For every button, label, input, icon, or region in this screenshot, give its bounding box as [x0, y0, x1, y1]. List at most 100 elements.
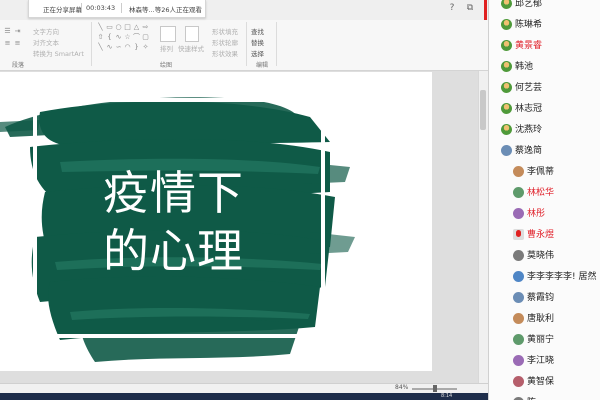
attendee-name: 沈燕玲	[515, 125, 543, 135]
brace-shape-icon[interactable]: {	[105, 34, 114, 41]
list-item[interactable]: 邱艺郁	[489, 0, 600, 13]
list-item[interactable]: 沈燕玲	[489, 121, 600, 139]
attendee-name: 李李李李李! 居然	[527, 272, 597, 282]
list-item[interactable]: 唐耿利	[489, 310, 600, 328]
slide-editor: 疫情下 的心理	[0, 71, 488, 383]
list-item[interactable]: 林志冠	[489, 100, 600, 118]
list-item[interactable]: 黄景睿	[489, 37, 600, 55]
curve-shape-icon[interactable]: ∿	[114, 34, 123, 41]
list-item[interactable]: 黄丽宁	[489, 331, 600, 349]
attendee-name: 曹永煜	[527, 230, 555, 240]
indent-icon[interactable]: ⇥	[13, 28, 22, 35]
curve-shape-icon[interactable]: ∿	[105, 44, 114, 51]
restore-icon[interactable]: ⧉	[464, 2, 476, 14]
screen-share-bar: 正在分享屏幕 00:03:43 林森等...等26人正在观看	[28, 0, 206, 18]
text-direction-button[interactable]: 文字方向	[33, 26, 59, 36]
quick-styles-icon[interactable]	[185, 26, 199, 42]
shape-outline-button[interactable]: 形状轮廓	[212, 37, 238, 47]
taskbar-clock: 8:14	[441, 393, 453, 399]
arrow-shape-icon[interactable]: ⇨	[141, 24, 150, 31]
attendee-name: 林彤	[527, 209, 546, 219]
list-item[interactable]: 韩池	[489, 58, 600, 76]
shape-effects-button[interactable]: 形状效果	[212, 48, 238, 58]
group-divider	[91, 22, 92, 66]
viewer-count: 林森等...等26人正在观看	[129, 6, 202, 14]
divider	[121, 3, 122, 13]
align-center-icon[interactable]: ≡	[13, 40, 22, 47]
attendee-name: 黄景睿	[515, 41, 543, 51]
attendee-name: 韩池	[515, 62, 534, 72]
person-icon	[501, 19, 512, 30]
rectangle-shape-icon[interactable]: □	[123, 24, 132, 31]
line-shape-icon[interactable]: ╲	[96, 44, 105, 51]
brace-shape-icon[interactable]: }	[132, 44, 141, 51]
ribbon: 正在分享屏幕 00:03:43 林森等...等26人正在观看 ? ⧉ ☰ ⇥ ≡…	[0, 0, 488, 71]
attendee-name: 黄智保	[527, 377, 555, 387]
share-status: 正在分享屏幕	[43, 6, 82, 14]
attendee-name: 林松华	[527, 188, 555, 198]
list-item[interactable]: 蔡逸简	[489, 142, 600, 160]
shape-fill-button[interactable]: 形状填充	[212, 26, 238, 36]
find-button[interactable]: 查找	[251, 26, 264, 36]
arc-shape-icon[interactable]: ⌒	[132, 34, 141, 41]
arrange-icon[interactable]	[160, 26, 176, 42]
line-shape-icon[interactable]: ╲	[96, 24, 105, 31]
list-item[interactable]: 林松华	[489, 184, 600, 202]
scrollbar-thumb[interactable]	[480, 90, 486, 130]
replace-button[interactable]: 替换	[251, 37, 264, 47]
rectangle-shape-icon[interactable]: ▭	[105, 24, 114, 31]
triangle-shape-icon[interactable]: △	[132, 24, 141, 31]
list-item[interactable]: 何艺芸	[489, 79, 600, 97]
list-item[interactable]: 林彤	[489, 205, 600, 223]
align-text-button[interactable]: 对齐文本	[33, 37, 59, 47]
attendee-name: 唐耿利	[527, 314, 555, 324]
help-icon[interactable]: ?	[446, 2, 458, 14]
list-item[interactable]: 莫晓伟	[489, 247, 600, 265]
box-shape-icon[interactable]: ▢	[141, 34, 150, 41]
attendee-name: 莫晓伟	[527, 251, 555, 261]
align-left-icon[interactable]: ≡	[3, 40, 12, 47]
attendee-name: 蔡逸简	[515, 146, 543, 156]
select-button[interactable]: 选择	[251, 48, 264, 58]
arrow-shape-icon[interactable]: ⇧	[96, 34, 105, 41]
list-item[interactable]: 黄智保	[489, 373, 600, 391]
convert-smartart-button[interactable]: 转换为 SmartArt	[33, 48, 84, 58]
avatar-icon	[513, 376, 524, 387]
shapes-gallery[interactable]: ╲ ▭ ○ □ △ ⇨ ⇧ { ∿ ☆ ⌒ ▢ ╲ ∿ ∽ ◠ } ✧	[96, 24, 156, 58]
avatar-icon	[513, 313, 524, 324]
group-divider	[276, 22, 277, 66]
title-line-1: 疫情下	[103, 166, 244, 220]
arc-shape-icon[interactable]: ◠	[123, 44, 132, 51]
list-item[interactable]: 李李李李李! 居然	[489, 268, 600, 286]
avatar-icon	[501, 145, 512, 156]
zoom-level[interactable]: 84%	[395, 384, 408, 391]
list-item[interactable]: 李佩蒂	[489, 163, 600, 181]
slide[interactable]: 疫情下 的心理	[0, 72, 432, 371]
group-label-editing: 编辑	[256, 62, 269, 69]
bullets-icon[interactable]: ☰	[3, 28, 12, 35]
curve-shape-icon[interactable]: ∽	[114, 44, 123, 51]
group-label-paragraph: 段落	[12, 62, 25, 69]
arrange-button[interactable]: 排列	[160, 43, 173, 53]
oval-shape-icon[interactable]: ○	[114, 24, 123, 31]
group-divider	[246, 22, 247, 66]
attendee-panel: 邱艺郁陈琳希黄景睿韩池何艺芸林志冠沈燕玲蔡逸简李佩蒂林松华林彤曹永煜莫晓伟李李李…	[488, 0, 600, 400]
avatar-icon	[513, 250, 524, 261]
list-item[interactable]: 曹永煜	[489, 226, 600, 244]
avatar-icon	[513, 187, 524, 198]
powerpoint-window: 正在分享屏幕 00:03:43 林森等...等26人正在观看 ? ⧉ ☰ ⇥ ≡…	[0, 0, 488, 400]
person-icon	[501, 82, 512, 93]
zoom-slider-knob[interactable]	[433, 385, 437, 392]
attendee-name: 何艺芸	[515, 83, 543, 93]
list-item[interactable]: 陈琳希	[489, 16, 600, 34]
slide-title[interactable]: 疫情下 的心理	[103, 164, 323, 280]
attendee-name: 陈琳希	[515, 20, 543, 30]
list-item[interactable]: 陈	[489, 394, 600, 400]
star-shape-icon[interactable]: ✧	[141, 44, 150, 51]
list-item[interactable]: 李江晓	[489, 352, 600, 370]
list-item[interactable]: 蔡霞钧	[489, 289, 600, 307]
divider	[81, 3, 82, 13]
star-shape-icon[interactable]: ☆	[123, 34, 132, 41]
person-icon	[501, 61, 512, 72]
quick-styles-button[interactable]: 快速样式	[178, 43, 204, 53]
